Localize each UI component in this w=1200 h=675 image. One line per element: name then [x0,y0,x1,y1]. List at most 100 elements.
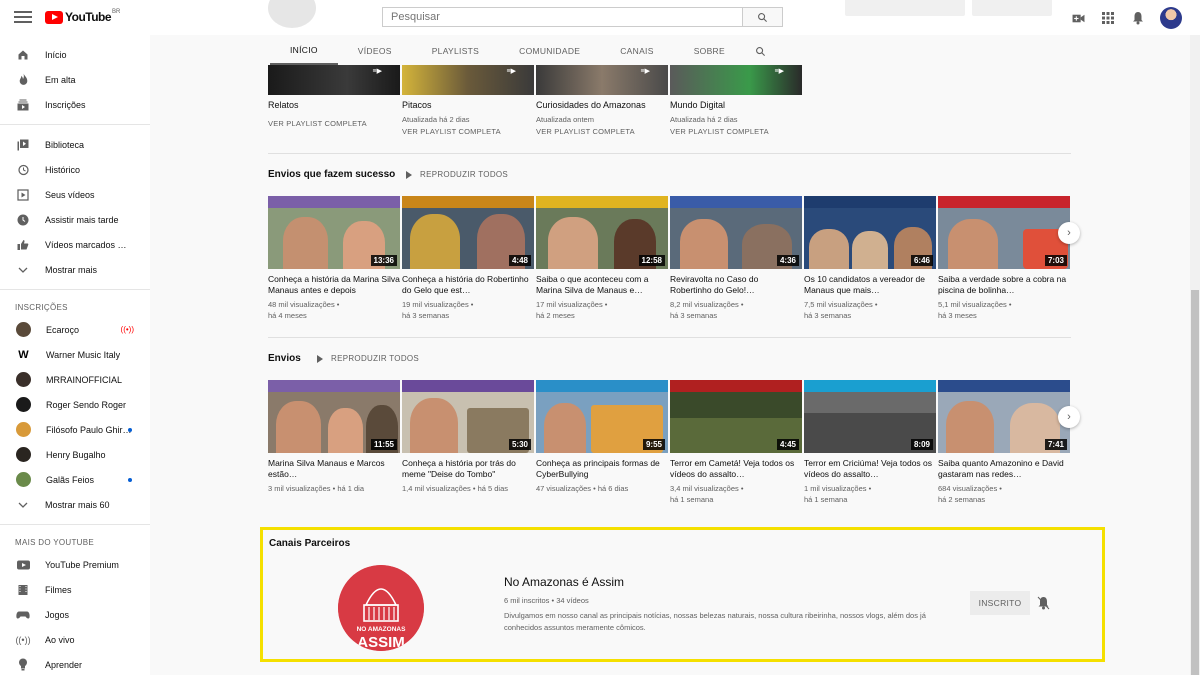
sidebar-item-films[interactable]: Filmes [0,577,150,602]
video-card[interactable]: 7:41 Saiba quanto Amazonino e David gast… [938,380,1070,505]
video-card[interactable]: 8:09 Terror em Criciúma! Veja todos os v… [804,380,936,505]
tab-home[interactable]: INÍCIO [270,37,338,65]
video-card[interactable]: 6:46 Os 10 candidatos a vereador de Mana… [804,196,936,321]
sidebar-item-subscriptions[interactable]: Inscrições [0,92,150,117]
shelf-title-uploads[interactable]: Envios [268,353,301,364]
playlist-card[interactable]: ≡▶ Relatos VER PLAYLIST COMPLETA [268,65,400,136]
playlist-card[interactable]: ≡▶ Curiosidades do Amazonas Atualizada o… [536,65,668,136]
sidebar-item-history[interactable]: Histórico [0,157,150,182]
sidebar-show-more-library[interactable]: Mostrar mais [0,257,150,282]
sidebar-subscription[interactable]: W Warner Music Italy [0,342,150,367]
page-scrollbar[interactable] [1190,35,1200,675]
video-title[interactable]: Conheça a história por trás do meme "Dei… [402,458,534,479]
sidebar-item-your-videos[interactable]: Seus vídeos [0,182,150,207]
video-title[interactable]: Terror em Cametá! Veja todos os vídeos d… [670,458,802,479]
sidebar-item-liked-videos[interactable]: Vídeos marcados com "Gostei" [0,232,150,257]
playlist-title[interactable]: Mundo Digital [670,100,802,112]
video-title[interactable]: Saiba a verdade sobre a cobra na piscina… [938,274,1070,295]
video-thumbnail[interactable]: 6:46 [804,196,936,269]
sidebar-item-games[interactable]: Jogos [0,602,150,627]
search-button[interactable] [743,7,783,27]
video-title[interactable]: Os 10 candidatos a vereador de Manaus qu… [804,274,936,295]
sidebar-item-library[interactable]: Biblioteca [0,132,150,157]
sidebar-subscription[interactable]: Filósofo Paulo Ghiraldelli [0,417,150,442]
sidebar-subscription[interactable]: MRRAINOFFICIAL [0,367,150,392]
view-playlist-link[interactable]: VER PLAYLIST COMPLETA [536,127,668,136]
partner-channel-avatar[interactable]: NO AMAZONAS ASSIM [338,565,424,651]
video-thumbnail[interactable]: 7:03 [938,196,1070,269]
sidebar-subscription[interactable]: Galãs Feios [0,467,150,492]
search-input[interactable] [382,7,743,27]
video-thumbnail[interactable]: 9:55 [536,380,668,453]
tab-channels[interactable]: CANAIS [600,37,673,65]
partner-section-title[interactable]: Canais Parceiros [269,538,350,549]
play-all-button[interactable]: REPRODUZIR TODOS [317,354,419,363]
apps-grid-icon[interactable] [1100,10,1116,26]
sidebar-item-youtube-premium[interactable]: YouTube Premium [0,552,150,577]
notifications-bell-icon[interactable] [1130,10,1146,26]
playlist-title[interactable]: Pitacos [402,100,534,112]
scrollbar-thumb[interactable] [1191,290,1199,675]
video-card[interactable]: 4:45 Terror em Cametá! Veja todos os víd… [670,380,802,505]
video-card[interactable]: 13:36 Conheça a história da Marina Silva… [268,196,400,321]
playlist-card[interactable]: ≡▶ Mundo Digital Atualizada há 2 dias VE… [670,65,802,136]
subscribed-button[interactable]: INSCRITO [970,591,1030,615]
playlist-title[interactable]: Curiosidades do Amazonas [536,100,668,112]
user-avatar[interactable] [1160,7,1182,29]
video-thumbnail[interactable]: 13:36 [268,196,400,269]
sidebar-item-trending[interactable]: Em alta [0,67,150,92]
video-card[interactable]: 4:48 Conheça a história do Robertinho do… [402,196,534,321]
view-playlist-link[interactable]: VER PLAYLIST COMPLETA [670,127,802,136]
menu-icon[interactable] [14,8,32,26]
video-card[interactable]: 7:03 Saiba a verdade sobre a cobra na pi… [938,196,1070,321]
sidebar-item-watch-later[interactable]: Assistir mais tarde [0,207,150,232]
video-thumbnail[interactable]: 5:30 [402,380,534,453]
video-thumbnail[interactable]: 11:55 [268,380,400,453]
video-card[interactable]: 12:58 Saiba o que aconteceu com a Marina… [536,196,668,321]
notification-bell-icon[interactable] [1037,596,1051,610]
sidebar-subscription[interactable]: Roger Sendo Roger [0,392,150,417]
video-title[interactable]: Conheça a história da Marina Silva Manau… [268,274,400,295]
video-thumbnail[interactable]: 8:09 [804,380,936,453]
tab-playlists[interactable]: PLAYLISTS [412,37,499,65]
video-card[interactable]: 4:36 Reviravolta no Caso do Robertinho d… [670,196,802,321]
sidebar-show-more-subscriptions[interactable]: Mostrar mais 60 [0,492,150,517]
tab-community[interactable]: COMUNIDADE [499,37,600,65]
video-title[interactable]: Marina Silva Manaus e Marcos estão… [268,458,400,479]
partner-channel-name[interactable]: No Amazonas é Assim [504,575,624,589]
sidebar-subscription[interactable]: Henry Bugalho [0,442,150,467]
video-title[interactable]: Conheça as principais formas de CyberBul… [536,458,668,479]
shelf-next-arrow[interactable]: › [1058,406,1080,428]
sidebar-item-home[interactable]: Início [0,42,150,67]
video-title[interactable]: Saiba quanto Amazonino e David gastaram … [938,458,1070,479]
youtube-logo[interactable]: YouTube BR [45,9,120,24]
playlist-thumbnail[interactable]: ≡▶ [536,65,668,95]
video-thumbnail[interactable]: 4:36 [670,196,802,269]
tab-videos[interactable]: VÍDEOS [338,37,412,65]
view-playlist-link[interactable]: VER PLAYLIST COMPLETA [268,119,400,128]
tab-about[interactable]: SOBRE [674,37,745,65]
sidebar-subscription[interactable]: Ecaroço ((•)) [0,317,150,342]
sidebar-item-learning[interactable]: Aprender [0,652,150,675]
video-thumbnail[interactable]: 4:45 [670,380,802,453]
playlist-card[interactable]: ≡▶ Pitacos Atualizada há 2 dias VER PLAY… [402,65,534,136]
video-card[interactable]: 5:30 Conheça a história por trás do meme… [402,380,534,505]
video-card[interactable]: 9:55 Conheça as principais formas de Cyb… [536,380,668,505]
channel-search-icon[interactable] [755,37,769,65]
video-title[interactable]: Reviravolta no Caso do Robertinho do Gel… [670,274,802,295]
shelf-next-arrow[interactable]: › [1058,222,1080,244]
video-title[interactable]: Terror em Criciúma! Veja todos os vídeos… [804,458,936,479]
playlist-thumbnail[interactable]: ≡▶ [670,65,802,95]
video-title[interactable]: Conheça a história do Robertinho do Gelo… [402,274,534,295]
video-thumbnail[interactable]: 7:41 [938,380,1070,453]
view-playlist-link[interactable]: VER PLAYLIST COMPLETA [402,127,534,136]
video-card[interactable]: 11:55 Marina Silva Manaus e Marcos estão… [268,380,400,505]
playlist-thumbnail[interactable]: ≡▶ [268,65,400,95]
video-thumbnail[interactable]: 12:58 [536,196,668,269]
shelf-title-popular[interactable]: Envios que fazem sucesso [268,169,395,180]
create-video-icon[interactable] [1070,10,1086,26]
sidebar-item-live[interactable]: ((•)) Ao vivo [0,627,150,652]
play-all-button[interactable]: REPRODUZIR TODOS [406,170,508,179]
playlist-thumbnail[interactable]: ≡▶ [402,65,534,95]
playlist-title[interactable]: Relatos [268,100,400,112]
